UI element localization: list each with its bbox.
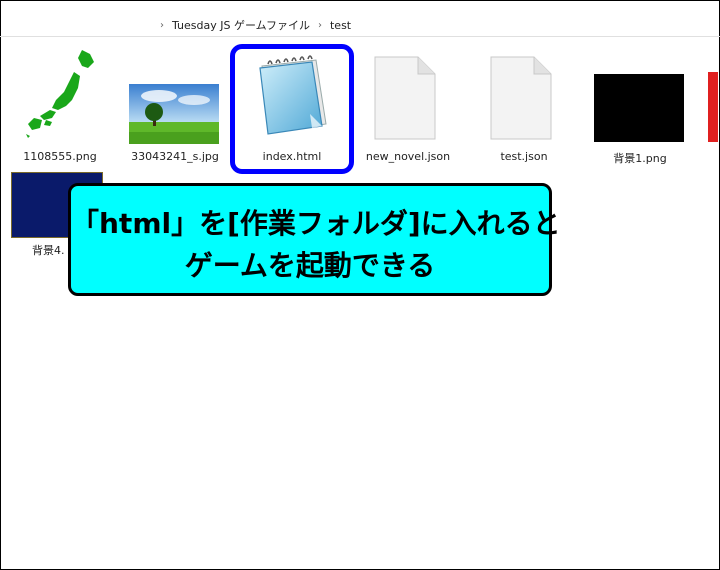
file-item[interactable]: test.json	[474, 56, 574, 170]
japan-map-thumbnail	[26, 50, 94, 138]
breadcrumb-item-folder[interactable]: Tuesday JS ゲームファイル	[172, 17, 310, 33]
callout-line-1: 「html」を[作業フォルダ]に入れると	[71, 207, 561, 240]
file-name: new_novel.json	[365, 150, 451, 163]
chevron-right-icon: ›	[160, 19, 164, 31]
black-image-thumbnail	[594, 74, 684, 142]
file-item[interactable]: 33043241_s.jpg	[125, 70, 225, 170]
blank-document-icon	[374, 56, 436, 140]
file-name: 背景1.png	[613, 152, 667, 165]
chevron-right-icon: ›	[317, 19, 322, 31]
breadcrumb: › Tuesday JS ゲームファイル › test	[160, 17, 351, 33]
file-name: 背景4.	[32, 244, 65, 257]
file-item[interactable]: 1108555.png	[10, 50, 110, 170]
file-name: test.json	[500, 150, 548, 163]
callout-line-2: ゲームを起動できる	[184, 249, 436, 282]
breadcrumb-item-test[interactable]: test	[330, 19, 351, 32]
annotation-callout: 「html」を[作業フォルダ]に入れると ゲームを起動できる	[68, 183, 561, 296]
tree-landscape-thumbnail	[129, 84, 219, 144]
file-name: 1108555.png	[23, 150, 97, 163]
partial-image-thumbnail[interactable]	[708, 72, 718, 142]
blank-document-icon	[490, 56, 552, 140]
file-name: 33043241_s.jpg	[131, 150, 219, 163]
file-item[interactable]: new_novel.json	[358, 56, 458, 170]
highlight-box	[230, 44, 354, 174]
file-item[interactable]: 背景1.png	[590, 70, 690, 170]
address-bar[interactable]	[0, 14, 720, 37]
